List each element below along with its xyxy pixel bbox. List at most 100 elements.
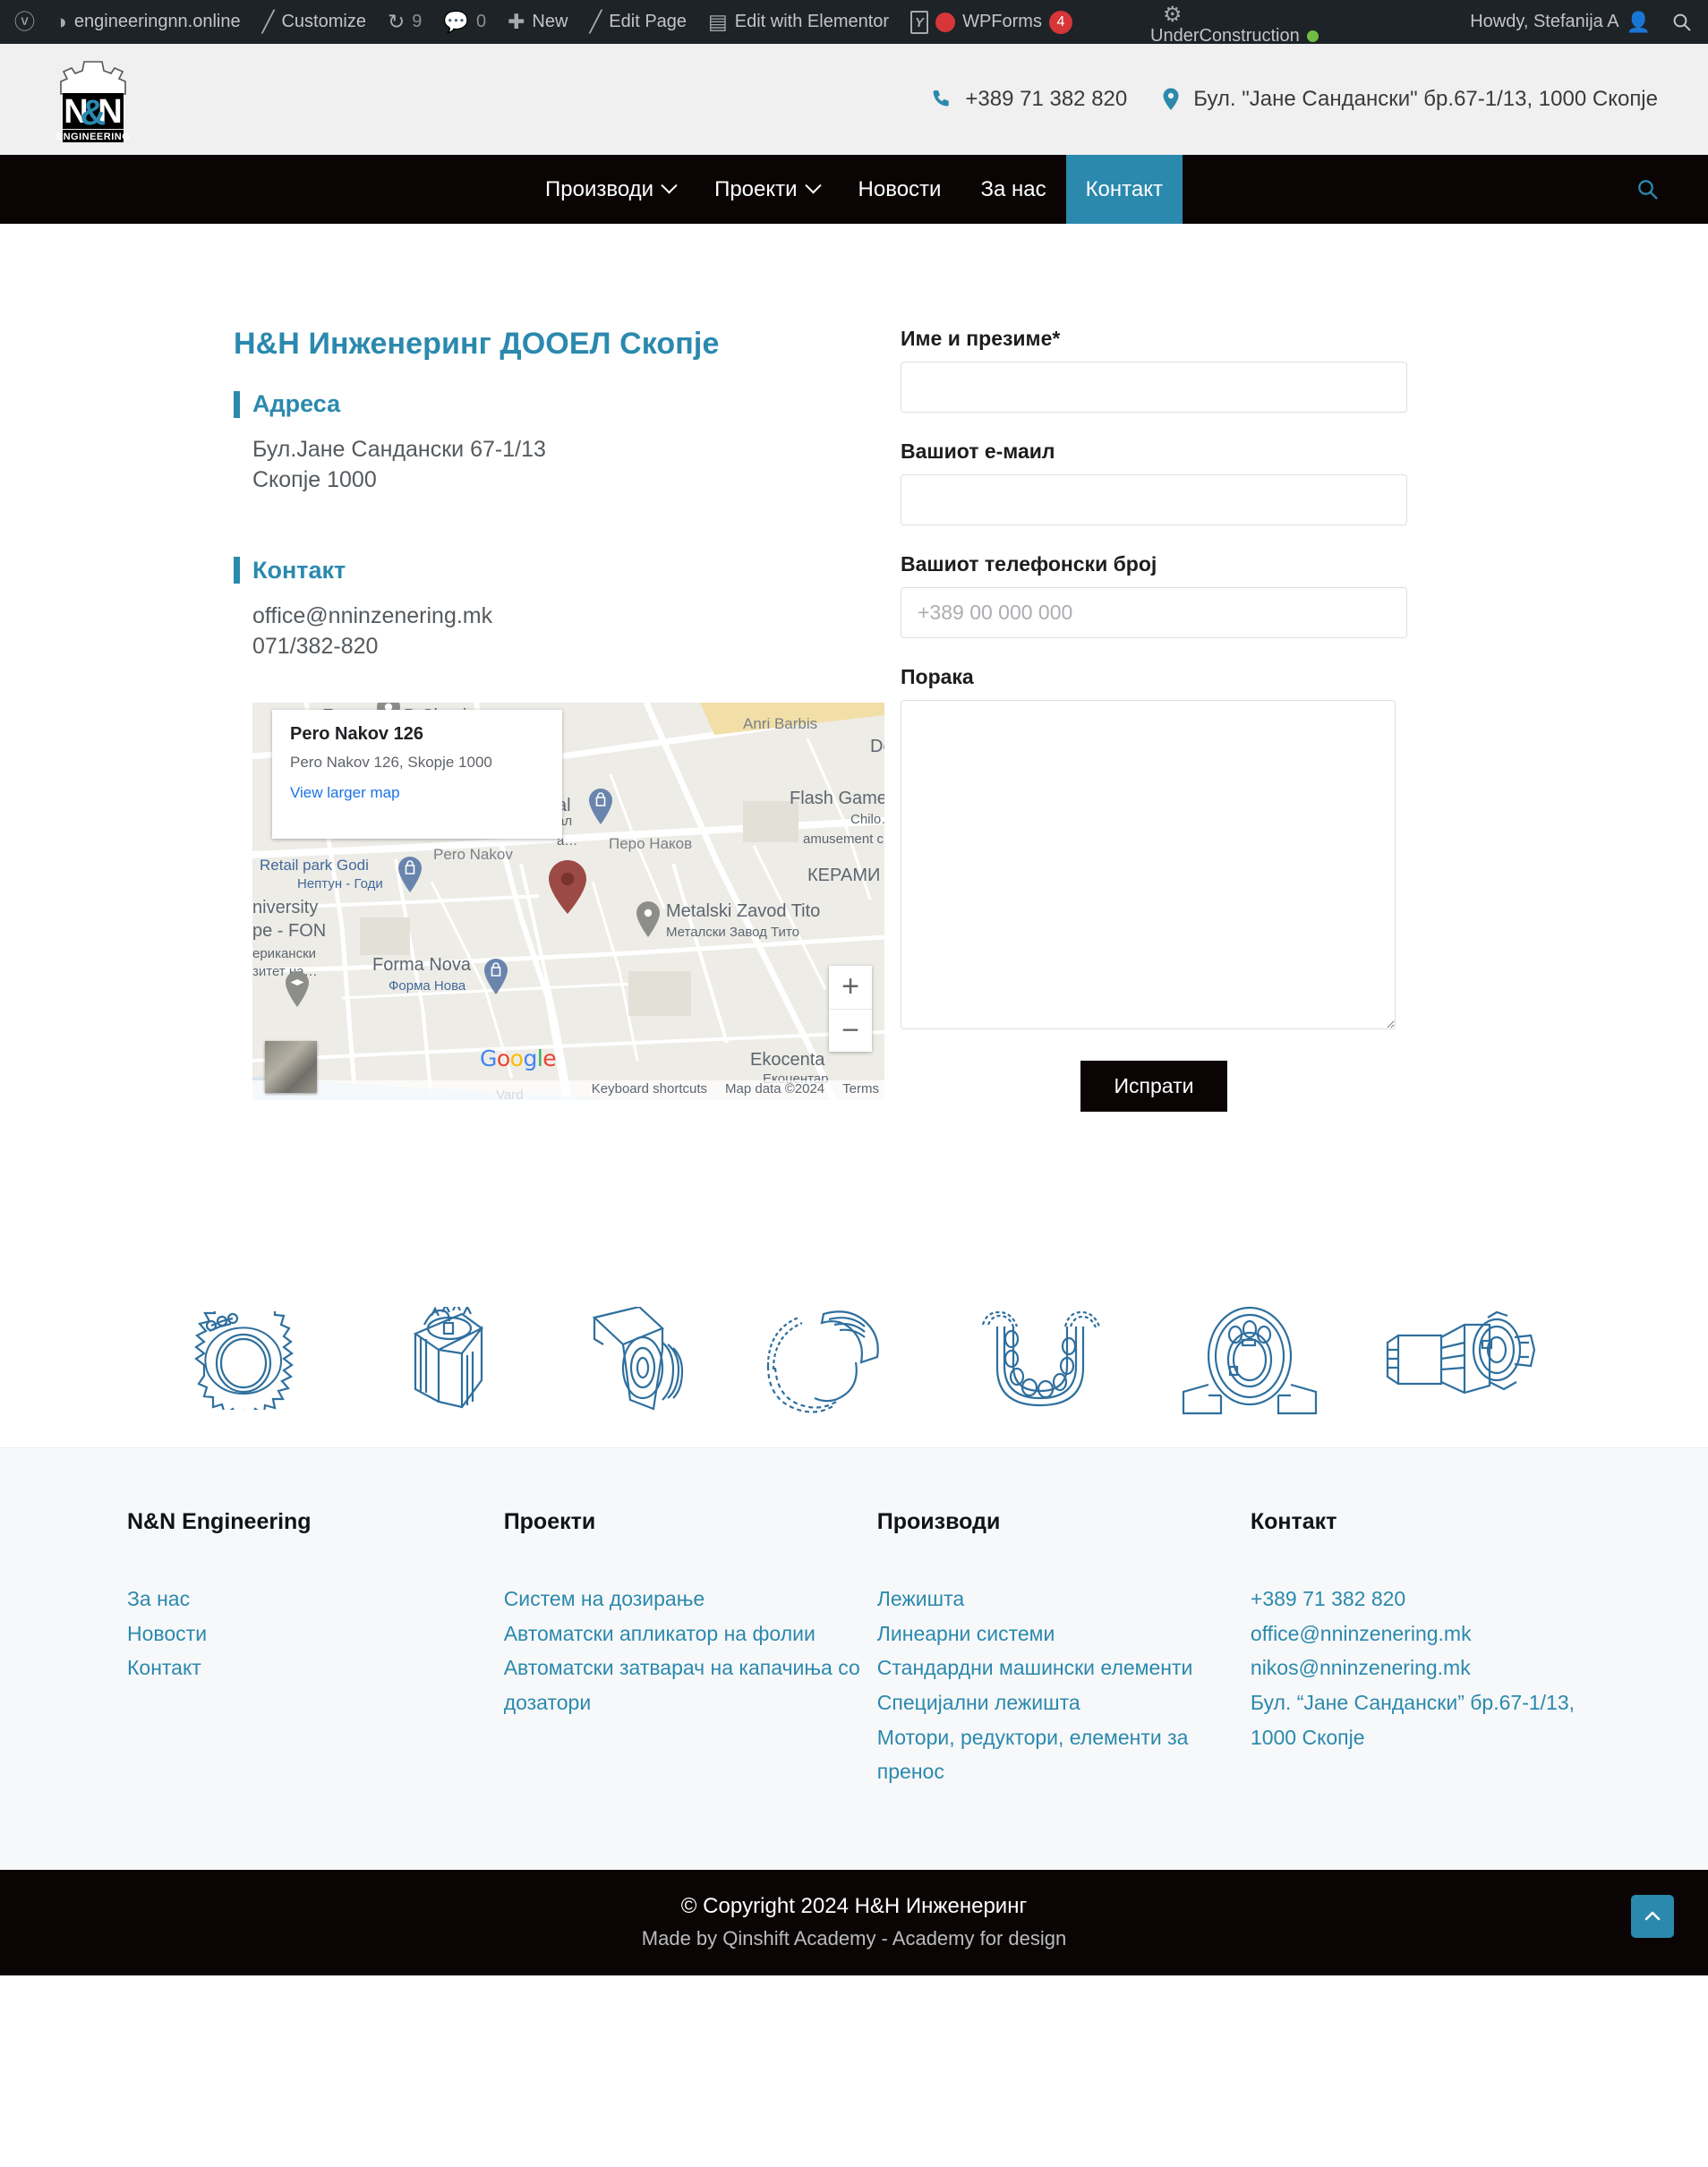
customize-button[interactable]: ╱ Customize xyxy=(252,0,377,44)
wordpress-logo-button[interactable]: ⓥ xyxy=(0,0,44,44)
header-phone-link[interactable]: +389 71 382 820 xyxy=(931,87,1127,112)
submit-button[interactable]: Испрати xyxy=(1080,1061,1228,1112)
contact-phone: 071/382-820 xyxy=(252,633,379,659)
message-textarea[interactable] xyxy=(901,700,1396,1029)
adminbar-search-button[interactable] xyxy=(1661,0,1708,44)
phone-input[interactable] xyxy=(901,587,1407,638)
nav-item-za-nas[interactable]: За нас xyxy=(961,155,1065,224)
terms-link[interactable]: Terms xyxy=(842,1081,879,1096)
footer-link[interactable]: Специјални лежишта xyxy=(877,1685,1235,1720)
footer-column-title: Контакт xyxy=(1250,1509,1337,1534)
accent-bar xyxy=(234,390,240,418)
search-icon xyxy=(1638,179,1658,200)
map-pin-poi[interactable] xyxy=(588,789,613,824)
scroll-to-top-button[interactable] xyxy=(1631,1894,1674,1938)
address-line-1: Бул.Јане Сандански 67-1/13 xyxy=(252,437,546,462)
edit-page-label: Edit Page xyxy=(609,12,687,31)
conveyor-belt-icon xyxy=(413,1306,484,1408)
chevron-up-icon xyxy=(1644,1911,1661,1921)
footer-link[interactable]: Контакт xyxy=(127,1651,485,1685)
map-marker-location[interactable] xyxy=(548,860,587,914)
contact-info-column: Н&Н Инженеринг ДООЕЛ Скопје Адреса Бул.Ј… xyxy=(220,327,901,1112)
sprocket-chain-icon xyxy=(194,1310,294,1410)
edit-with-elementor-button[interactable]: ▤ Edit with Elementor xyxy=(697,0,900,44)
footer-column: Контакт +389 71 382 820 office@nninzenerin… xyxy=(1251,1509,1624,1789)
footer-link[interactable]: Автоматски апликатор на фолии xyxy=(504,1617,862,1651)
footer-column: Производи Лежишта Линеарни системи Стандард… xyxy=(877,1509,1251,1789)
footer-link[interactable]: Мотори, редуктори, елементи за пренос xyxy=(877,1720,1235,1789)
new-content-button[interactable]: ✚ New xyxy=(497,0,578,44)
shop-pin-icon xyxy=(589,789,612,824)
map-info-card: Pero Nakov 126 Pero Nakov 126, Skopje 10… xyxy=(272,710,562,839)
name-input[interactable] xyxy=(901,362,1407,413)
footer-link[interactable]: nikos@nninzenering.mk xyxy=(1251,1651,1609,1685)
contact-heading-label: Контакт xyxy=(252,556,346,584)
factory-pin-icon xyxy=(636,901,660,937)
updates-button[interactable]: ↻ 9 xyxy=(377,0,432,44)
nav-item-proizvodi[interactable]: Производи xyxy=(525,155,695,224)
map-streetview-thumbnail[interactable] xyxy=(265,1041,317,1093)
footer-link[interactable]: Автоматски затварач на капачиња со дозат… xyxy=(504,1651,862,1719)
map-pin-poi[interactable] xyxy=(397,857,423,892)
nav-search-button[interactable] xyxy=(1622,155,1674,224)
comments-count: 0 xyxy=(476,12,487,31)
footer-link[interactable]: Линеарни системи xyxy=(877,1617,1235,1651)
svg-text:&: & xyxy=(81,93,107,132)
site-logo[interactable]: N N & ENGINEERING xyxy=(50,55,136,144)
footer-link[interactable]: Бул. “Јане Сандански” бр.67-1/13, 1000 С… xyxy=(1251,1685,1609,1754)
roller-bearing-icon xyxy=(981,1310,1101,1406)
nav-item-proekti[interactable]: Проекти xyxy=(695,155,838,224)
nav-label: Производи xyxy=(545,176,654,201)
footer-column-title: Проекти xyxy=(503,1509,596,1534)
elementor-icon: ▤ xyxy=(708,10,728,33)
map-pin-poi[interactable] xyxy=(636,901,661,937)
nav-label: Новости xyxy=(858,176,942,201)
seo-status-dot-icon xyxy=(935,12,956,32)
shop-pin-icon xyxy=(398,857,422,892)
field-message: Порака xyxy=(901,665,1488,1034)
edit-page-button[interactable]: ╱ Edit Page xyxy=(578,0,697,44)
footer-link[interactable]: Новости xyxy=(127,1617,485,1651)
map-place-label: Retail park Godi xyxy=(260,857,369,874)
status-dot-icon xyxy=(1306,30,1319,42)
footer-link[interactable]: За нас xyxy=(127,1582,485,1617)
google-map-embed[interactable]: Pero Nakov 126 Pero Nakov 126, Skopje 10… xyxy=(252,703,884,1100)
footer-link[interactable]: Стандардни машински елементи xyxy=(877,1651,1235,1685)
map-place-label: Форма Нова xyxy=(389,978,466,994)
yoast-seo-button[interactable]: Y WPForms 4 xyxy=(900,0,1083,44)
accent-bar xyxy=(234,557,240,584)
nav-label: За нас xyxy=(980,176,1046,201)
nav-item-kontakt[interactable]: Контакт xyxy=(1065,155,1183,224)
footer-link[interactable]: office@nninzenering.mk xyxy=(1251,1617,1609,1651)
footer-link[interactable]: +389 71 382 820 xyxy=(1251,1582,1609,1617)
map-pin-poi[interactable] xyxy=(285,971,310,1007)
view-larger-map-link[interactable]: View larger map xyxy=(290,784,400,801)
email-input[interactable] xyxy=(901,474,1407,525)
map-place-label: ерикански xyxy=(252,946,317,961)
map-pin-poi[interactable] xyxy=(483,959,508,994)
underconstruction-label: UnderConstruction xyxy=(1150,26,1300,46)
site-name-label: engineeringnn.online xyxy=(73,12,241,31)
footer-column-title: Производи xyxy=(876,1509,1001,1534)
keyboard-shortcuts-link[interactable]: Keyboard shortcuts xyxy=(592,1081,707,1096)
phone-icon xyxy=(933,90,950,107)
gear-icon: ⚙ xyxy=(1163,3,1183,27)
map-zoom-controls[interactable]: + − xyxy=(829,966,872,1052)
footer-column-title: N&N Engineering xyxy=(127,1509,312,1534)
map-zoom-out-button[interactable]: − xyxy=(829,1010,872,1053)
wpforms-label: WPForms xyxy=(962,12,1042,31)
location-marker-icon xyxy=(549,860,586,914)
footer-link[interactable]: Систем на дозирање xyxy=(504,1582,862,1617)
paintbrush-icon: ╱ xyxy=(261,10,275,33)
account-menu-button[interactable]: Howdy, Stefanija A 👤 xyxy=(1459,0,1661,44)
map-place-label: Metalski Zavod Tito xyxy=(666,901,821,921)
header-address-label: Бул. "Јане Сандански" бр.67-1/13, 1000 С… xyxy=(1193,87,1658,111)
underconstruction-button[interactable]: ⚙ UnderConstruction xyxy=(1150,2,1329,47)
avatar: 👤 xyxy=(1626,10,1651,33)
comments-button[interactable]: 💬 0 xyxy=(432,0,497,44)
site-name-button[interactable]: ◑ engineeringnn.online xyxy=(44,0,252,44)
footer-link[interactable]: Лежишта xyxy=(877,1582,1235,1617)
nav-item-novosti[interactable]: Новости xyxy=(839,155,961,224)
map-zoom-in-button[interactable]: + xyxy=(829,966,872,1010)
nav-label: Проекти xyxy=(714,176,798,201)
